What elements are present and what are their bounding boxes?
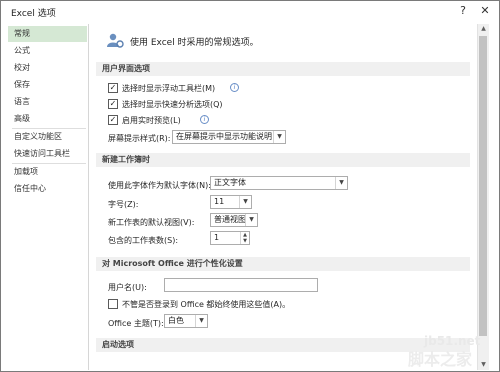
- chevron-down-icon: ▼: [335, 177, 347, 189]
- username-input[interactable]: [164, 278, 318, 292]
- info-icon: i: [230, 83, 239, 92]
- office-theme-select[interactable]: 白色 ▼: [164, 314, 208, 328]
- sidebar-item-language[interactable]: 语言: [8, 94, 87, 110]
- user-settings-icon: [107, 33, 124, 48]
- font-size-select[interactable]: 11 ▼: [210, 195, 252, 209]
- scroll-thumb[interactable]: [479, 36, 487, 336]
- info-icon: i: [200, 115, 209, 124]
- sheet-count-label: 包含的工作表数(S):: [108, 236, 179, 245]
- live-preview-label: 启用实时预览(L): [122, 116, 181, 125]
- title-bar: Excel 选项 ? ✕: [1, 1, 499, 23]
- intro-text: 使用 Excel 时采用的常规选项。: [130, 38, 259, 48]
- sidebar-item-quick-access-toolbar[interactable]: 快速访问工具栏: [8, 146, 87, 162]
- spin-down-icon[interactable]: ▼: [241, 238, 249, 244]
- always-use-label: 不管是否登录到 Office 都始终使用这些值(A)。: [122, 300, 291, 309]
- section-header-personalize: 对 Microsoft Office 进行个性化设置: [96, 257, 470, 271]
- scroll-down-icon[interactable]: ▼: [478, 360, 489, 370]
- screentip-value: 在屏幕提示中显示功能说明: [176, 132, 272, 141]
- scroll-up-icon[interactable]: ▲: [478, 24, 489, 34]
- always-use-checkbox[interactable]: [108, 299, 118, 309]
- sidebar-item-proofing[interactable]: 校对: [8, 60, 87, 76]
- default-view-value: 普通视图: [214, 215, 246, 224]
- font-size-value: 11: [214, 197, 225, 206]
- sidebar-item-customize-ribbon[interactable]: 自定义功能区: [8, 129, 87, 145]
- options-panel: 使用 Excel 时采用的常规选项。 用户界面选项 ✓ 选择时显示浮动工具栏(M…: [92, 24, 490, 370]
- screentip-select[interactable]: 在屏幕提示中显示功能说明 ▼: [172, 130, 286, 144]
- close-icon[interactable]: ✕: [477, 3, 493, 19]
- font-size-label: 字号(Z):: [108, 200, 139, 209]
- mini-toolbar-label: 选择时显示浮动工具栏(M): [122, 84, 216, 93]
- screentip-label: 屏幕提示样式(R):: [108, 134, 171, 143]
- default-font-label: 使用此字体作为默认字体(N):: [108, 181, 211, 190]
- sheet-count-value: 1: [214, 233, 220, 242]
- chevron-down-icon: ▼: [245, 214, 257, 226]
- quick-analysis-label: 选择时显示快速分析选项(Q): [122, 100, 223, 109]
- sidebar-item-trust-center[interactable]: 信任中心: [8, 181, 87, 197]
- default-view-label: 新工作表的默认视图(V):: [108, 218, 195, 227]
- mini-toolbar-checkbox[interactable]: ✓: [108, 83, 118, 93]
- section-header-ui: 用户界面选项: [96, 62, 470, 76]
- help-icon[interactable]: ?: [455, 3, 471, 19]
- vertical-scrollbar[interactable]: ▲ ▼: [477, 24, 489, 370]
- username-label: 用户名(U):: [108, 283, 147, 292]
- sheet-count-spinner[interactable]: ▲ ▼: [240, 232, 249, 244]
- sidebar-item-formulas[interactable]: 公式: [8, 43, 87, 59]
- sidebar-item-addins[interactable]: 加载项: [8, 164, 87, 180]
- sidebar-item-save[interactable]: 保存: [8, 77, 87, 93]
- sheet-count-input[interactable]: 1 ▲ ▼: [210, 231, 250, 245]
- sidebar-item-advanced[interactable]: 高级: [8, 111, 87, 127]
- chevron-down-icon: ▼: [195, 315, 207, 327]
- section-header-new-workbook: 新建工作簿时: [96, 153, 470, 167]
- window-title: Excel 选项: [11, 9, 56, 19]
- live-preview-checkbox[interactable]: ✓: [108, 115, 118, 125]
- quick-analysis-checkbox[interactable]: ✓: [108, 99, 118, 109]
- default-font-value: 正文字体: [214, 178, 246, 187]
- watermark-name: 脚本之家: [408, 350, 473, 369]
- default-view-select[interactable]: 普通视图 ▼: [210, 213, 258, 227]
- office-theme-value: 白色: [168, 316, 184, 325]
- chevron-down-icon: ▼: [273, 131, 285, 143]
- office-theme-label: Office 主题(T):: [108, 319, 164, 328]
- sidebar-item-general[interactable]: 常规: [8, 26, 87, 42]
- default-font-select[interactable]: 正文字体 ▼: [210, 176, 348, 190]
- chevron-down-icon: ▼: [239, 196, 251, 208]
- sidebar: 常规 公式 校对 保存 语言 高级 自定义功能区 快速访问工具栏 加载项 信任中…: [8, 24, 89, 370]
